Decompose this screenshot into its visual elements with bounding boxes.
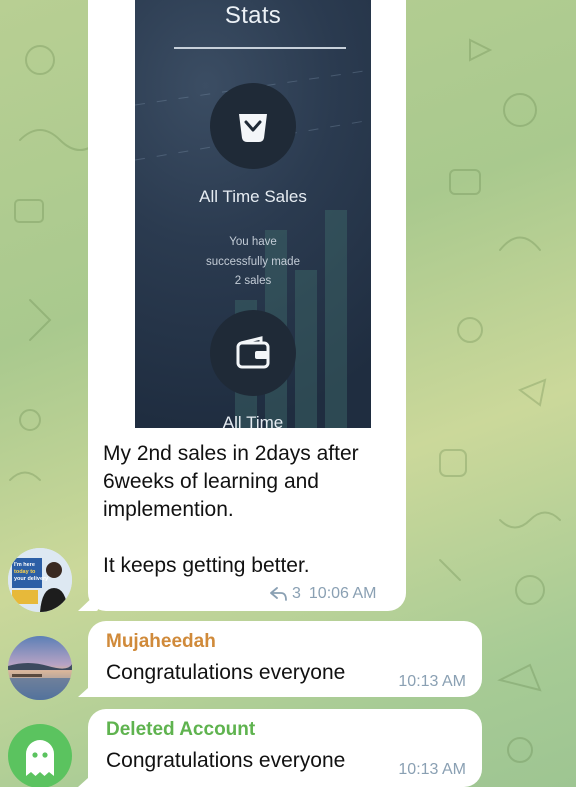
- svg-text:today to: today to: [14, 569, 36, 575]
- wallet-icon-circle: [210, 310, 296, 396]
- svg-text:I'm here: I'm here: [14, 562, 35, 568]
- wallet-icon: [236, 336, 270, 369]
- message-time: 10:13 AM: [398, 761, 466, 778]
- message-meta: 3 10:06 AM: [270, 585, 377, 603]
- reply-count[interactable]: 3: [292, 585, 301, 603]
- sender-name[interactable]: Deleted Account: [106, 719, 255, 741]
- message-bubble[interactable]: Mujaheedah Congratulations everyone 10:1…: [88, 621, 482, 697]
- sales-icon-circle: [210, 83, 296, 169]
- caption-text-2: It keeps getting better.: [103, 554, 310, 577]
- all-time-label: All Time: [222, 413, 284, 428]
- avatar[interactable]: I'm here today to your delivery: [8, 548, 72, 612]
- stats-title: Stats: [224, 2, 282, 29]
- photo-caption: My 2nd sales in 2days after 6weeks of le…: [103, 440, 399, 580]
- title-divider: [174, 47, 346, 49]
- flyer-avatar-image: I'm here today to your delivery: [8, 548, 72, 612]
- all-time-sales-label: All Time Sales: [199, 187, 307, 206]
- avatar[interactable]: [8, 636, 72, 700]
- bag-icon: [239, 114, 267, 142]
- message-time: 10:06 AM: [308, 585, 377, 602]
- lake-photo-avatar: [8, 636, 72, 700]
- sales-description: You have successfully made 2 sales: [206, 236, 300, 287]
- svg-text:your delivery: your delivery: [14, 576, 49, 582]
- sender-name[interactable]: Mujaheedah: [106, 631, 216, 653]
- message-bubble[interactable]: Deleted Account Congratulations everyone…: [88, 709, 482, 787]
- message-text: Congratulations everyone: [106, 749, 346, 772]
- message-time: 10:13 AM: [398, 673, 466, 690]
- avatar[interactable]: [8, 724, 72, 787]
- caption-text: My 2nd sales in 2days after 6weeks of le…: [103, 442, 359, 521]
- message-text: Congratulations everyone: [106, 661, 346, 684]
- forward-icon: [270, 587, 287, 601]
- stats-screenshot-photo[interactable]: Stats All Time Sales You have successful…: [135, 0, 371, 428]
- ghost-icon: [26, 740, 54, 776]
